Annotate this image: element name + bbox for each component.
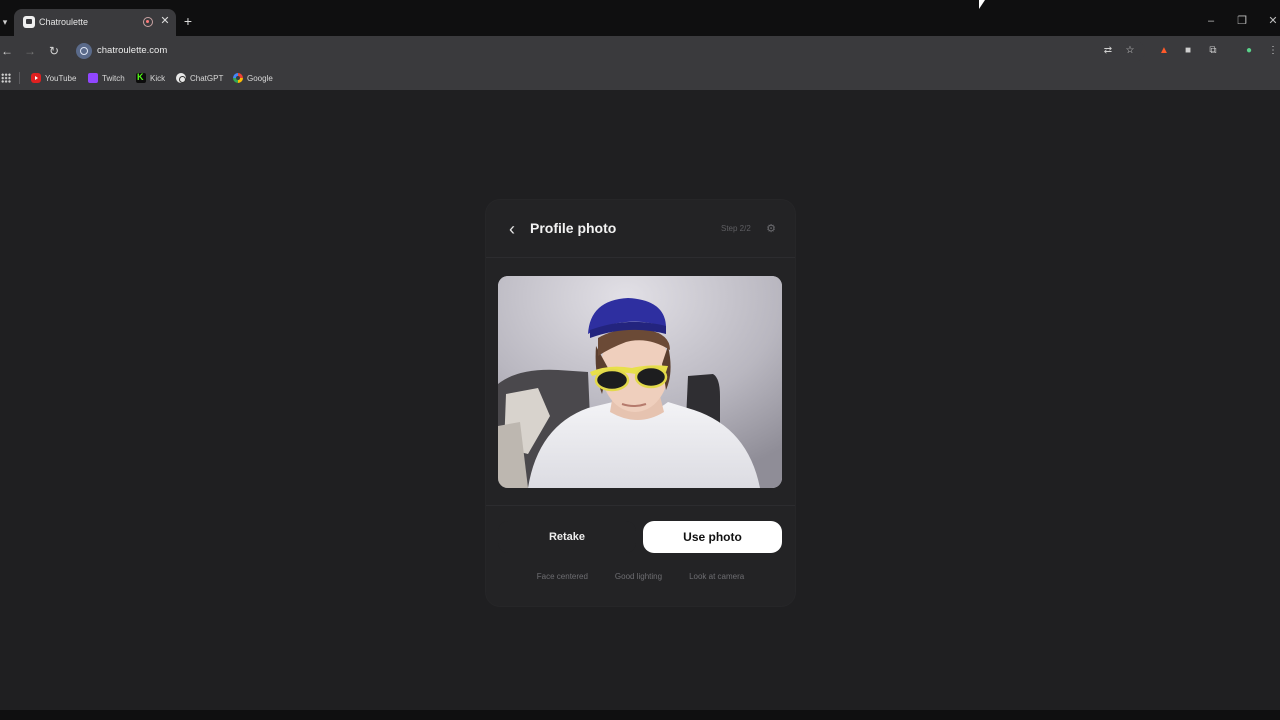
bookmark-youtube[interactable]: YouTube: [31, 70, 76, 86]
twitch-icon: [88, 73, 98, 83]
forward-arrow-icon[interactable]: →: [23, 43, 37, 59]
extension-square-icon[interactable]: ■: [1181, 44, 1195, 58]
chatgpt-icon: [176, 73, 186, 83]
photo-hints: Face centered Good lighting Look at came…: [486, 572, 795, 586]
settings-gear-icon[interactable]: ⚙: [765, 222, 777, 236]
tab-chatroulette[interactable]: Chatroulette ✕: [14, 9, 176, 36]
card-header: ‹ Profile photo Step 2/2 ⚙: [486, 200, 795, 258]
reload-icon[interactable]: ↻: [47, 43, 61, 59]
step-indicator: Step 2/2: [721, 224, 751, 233]
window-close-icon[interactable]: ✕: [1265, 14, 1280, 28]
bookmark-star-icon[interactable]: ☆: [1123, 44, 1137, 58]
address-bar[interactable]: chatroulette.com: [70, 40, 1145, 62]
bookmarks-bar: YouTube Twitch Kick ChatGPT Google: [0, 66, 1280, 90]
youtube-icon: [31, 73, 41, 83]
hint-face-centered: Face centered: [536, 572, 588, 581]
minimize-icon[interactable]: –: [1203, 14, 1219, 28]
taskbar-strip: [0, 710, 1280, 720]
tab-close-icon[interactable]: ✕: [159, 14, 171, 28]
page-title: Profile photo: [530, 220, 617, 236]
bookmark-label: Twitch: [102, 73, 125, 83]
bookmark-label: ChatGPT: [190, 73, 224, 83]
site-info-icon[interactable]: [76, 43, 92, 59]
bookmark-google[interactable]: Google: [233, 70, 273, 86]
chatroulette-favicon-icon: [23, 16, 35, 28]
bookmark-label: YouTube: [45, 73, 77, 83]
bookmark-kick[interactable]: Kick: [136, 70, 165, 86]
new-tab-button[interactable]: +: [181, 13, 195, 29]
selfie-image: [498, 276, 782, 488]
browser-toolbar: ← → ↻ chatroulette.com ⇄ ☆ ▲ ■ ⧉ ● ⋮: [0, 36, 1280, 66]
mouse-cursor-icon: [979, 0, 985, 9]
bookmark-label: Google: [247, 73, 273, 83]
bookmarks-separator: [19, 72, 20, 84]
menu-kebab-icon[interactable]: ⋮: [1266, 44, 1280, 58]
extensions-puzzle-icon[interactable]: ⧉: [1206, 44, 1220, 58]
retake-button[interactable]: Retake: [498, 521, 636, 553]
extension-flame-icon[interactable]: ▲: [1157, 44, 1171, 58]
bookmark-chatgpt[interactable]: ChatGPT: [176, 70, 223, 86]
tab-strip: ▾ Chatroulette ✕ + – ❐ ✕: [0, 0, 1280, 36]
translate-icon[interactable]: ⇄: [1101, 44, 1115, 58]
tab-title: Chatroulette: [39, 17, 89, 27]
google-icon: [233, 73, 243, 83]
url-text[interactable]: chatroulette.com: [97, 45, 167, 56]
restore-icon[interactable]: ❐: [1234, 14, 1250, 28]
profile-avatar-icon[interactable]: ●: [1242, 44, 1256, 58]
back-arrow-icon[interactable]: ←: [0, 43, 14, 59]
hint-look-at-camera: Look at camera: [689, 572, 745, 581]
hint-good-lighting: Good lighting: [614, 572, 663, 581]
profile-photo-preview: [498, 276, 782, 488]
card-divider: [486, 505, 795, 506]
bookmark-label: Kick: [150, 73, 166, 83]
kick-icon: [136, 72, 146, 83]
profile-photo-card: ‹ Profile photo Step 2/2 ⚙ Retake Use ph…: [486, 200, 795, 606]
use-photo-button[interactable]: Use photo: [643, 521, 782, 553]
recording-indicator-icon: [143, 17, 153, 27]
back-chevron-icon[interactable]: ‹: [503, 218, 521, 240]
bookmark-twitch[interactable]: Twitch: [88, 70, 125, 86]
apps-grid-icon[interactable]: [1, 73, 11, 83]
tab-search-chevron-icon[interactable]: ▾: [0, 14, 10, 30]
